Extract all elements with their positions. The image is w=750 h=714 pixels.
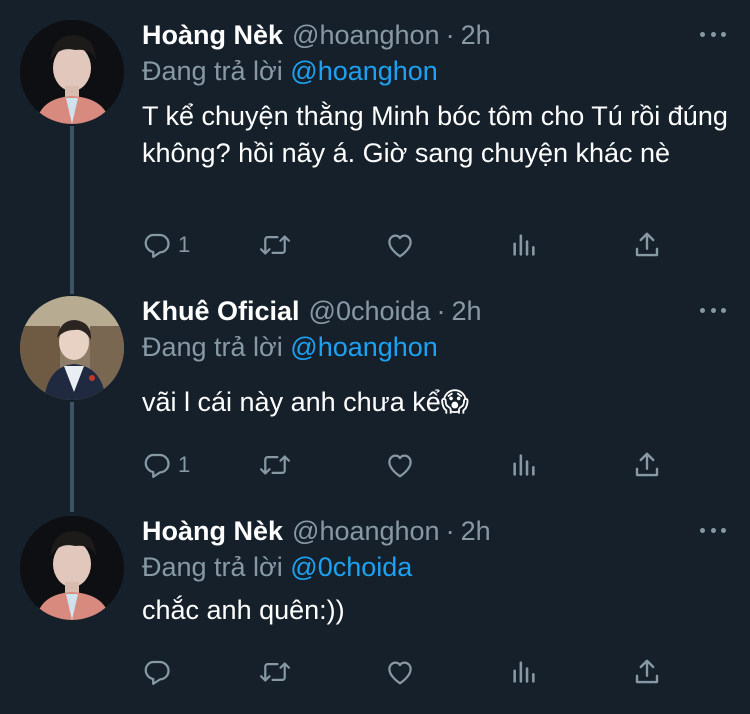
replying-prefix: Đang trả lời (142, 56, 283, 86)
tweet-actions (142, 654, 682, 690)
reply-button[interactable]: 1 (142, 227, 190, 263)
retweet-icon (259, 235, 291, 255)
display-name[interactable]: Khuê Oficial (142, 294, 300, 328)
more-icon[interactable] (696, 520, 730, 540)
tweet-text: T kể chuyện thằng Minh bóc tôm cho Tú rồ… (142, 101, 728, 168)
reply-icon (144, 660, 170, 685)
tweet-text: vãi l cái này anh chưa kể😱 (142, 387, 469, 417)
replying-to: Đang trả lời @hoanghon (142, 54, 730, 88)
tweet-header: Hoàng Nèk @hoanghon · 2h (142, 18, 730, 52)
avatar[interactable] (20, 20, 124, 124)
tweet-actions: 1 (142, 227, 682, 263)
replying-prefix: Đang trả lời (142, 332, 283, 362)
timestamp[interactable]: 2h (452, 294, 482, 328)
retweet-icon (259, 455, 291, 475)
tweet-header: Khuê Oficial @0choida · 2h (142, 294, 730, 328)
mention-link[interactable]: @0choida (290, 552, 412, 582)
reply-button[interactable]: 1 (142, 447, 190, 483)
tweet-text: chắc anh quên:)) (142, 595, 345, 625)
analytics-icon (513, 661, 535, 683)
user-handle[interactable]: @0choida (309, 294, 431, 328)
avatar[interactable] (20, 296, 124, 400)
retweet-button[interactable] (258, 447, 292, 483)
replying-prefix: Đang trả lời (142, 552, 283, 582)
user-handle[interactable]: @hoanghon (292, 514, 440, 548)
replying-to: Đang trả lời @hoanghon (142, 330, 730, 364)
reply-icon (144, 233, 170, 258)
separator-dot: · (445, 516, 455, 546)
mention-link[interactable]: @hoanghon (290, 332, 438, 362)
analytics-button[interactable] (510, 227, 538, 263)
tweet[interactable]: Hoàng Nèk @hoanghon · 2h Đang trả lời @0… (0, 510, 750, 714)
separator-dot: · (445, 20, 455, 50)
timestamp[interactable]: 2h (461, 514, 491, 548)
analytics-button[interactable] (510, 447, 538, 483)
share-button[interactable] (632, 447, 662, 483)
reply-count: 1 (178, 232, 191, 257)
retweet-button[interactable] (258, 227, 292, 263)
analytics-icon (513, 454, 535, 476)
avatar[interactable] (20, 516, 124, 620)
analytics-button[interactable] (510, 654, 538, 690)
more-icon[interactable] (696, 24, 730, 44)
tweet[interactable]: Hoàng Nèk @hoanghon · 2h Đang trả lời @h… (0, 0, 750, 290)
reply-count: 1 (178, 452, 191, 477)
more-icon[interactable] (696, 300, 730, 320)
mention-link[interactable]: @hoanghon (290, 56, 438, 86)
heart-icon (388, 454, 412, 478)
share-icon (635, 659, 659, 684)
tweet[interactable]: Khuê Oficial @0choida · 2h Đang trả lời … (0, 290, 750, 510)
reply-button[interactable] (142, 654, 178, 690)
separator-dot: · (436, 296, 446, 326)
retweet-button[interactable] (258, 654, 292, 690)
tweet-actions: 1 (142, 447, 682, 483)
display-name[interactable]: Hoàng Nèk (142, 514, 283, 548)
analytics-icon (513, 234, 535, 256)
reply-icon (144, 453, 170, 478)
like-button[interactable] (384, 654, 416, 690)
share-button[interactable] (632, 654, 662, 690)
heart-icon (388, 234, 412, 258)
share-button[interactable] (632, 227, 662, 263)
replying-to: Đang trả lời @0choida (142, 550, 730, 584)
display-name[interactable]: Hoàng Nèk (142, 18, 283, 52)
tweet-header: Hoàng Nèk @hoanghon · 2h (142, 514, 730, 548)
like-button[interactable] (384, 447, 416, 483)
heart-icon (388, 661, 412, 685)
like-button[interactable] (384, 227, 416, 263)
timestamp[interactable]: 2h (461, 18, 491, 52)
user-handle[interactable]: @hoanghon (292, 18, 440, 52)
share-icon (635, 232, 659, 257)
share-icon (635, 452, 659, 477)
retweet-icon (259, 662, 291, 682)
